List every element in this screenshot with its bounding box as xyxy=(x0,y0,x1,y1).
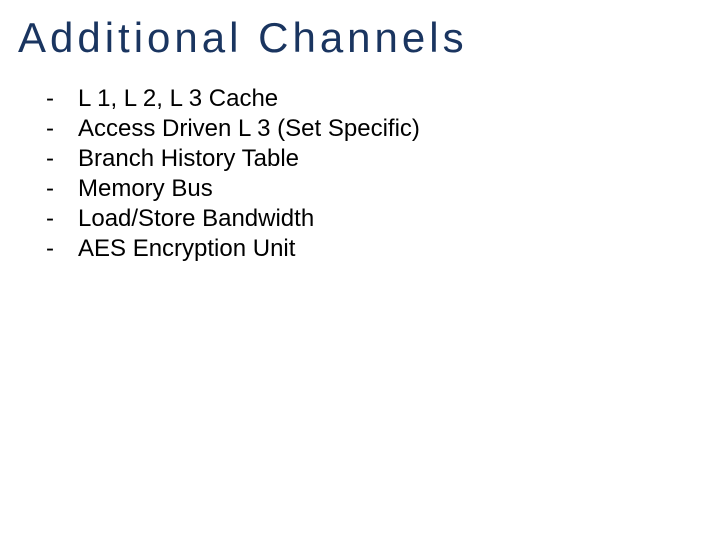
bullet-marker: - xyxy=(46,204,78,234)
bullet-text: AES Encryption Unit xyxy=(78,234,702,264)
bullet-marker: - xyxy=(46,174,78,204)
bullet-text: Load/Store Bandwidth xyxy=(78,204,702,234)
bullet-list: - L 1, L 2, L 3 Cache - Access Driven L … xyxy=(18,84,702,264)
list-item: - AES Encryption Unit xyxy=(46,234,702,264)
bullet-marker: - xyxy=(46,234,78,264)
list-item: - Memory Bus xyxy=(46,174,702,204)
bullet-text: Branch History Table xyxy=(78,144,702,174)
bullet-marker: - xyxy=(46,84,78,114)
slide-title: Additional Channels xyxy=(18,14,702,62)
bullet-text: Access Driven L 3 (Set Specific) xyxy=(78,114,702,144)
list-item: - Load/Store Bandwidth xyxy=(46,204,702,234)
list-item: - Branch History Table xyxy=(46,144,702,174)
list-item: - Access Driven L 3 (Set Specific) xyxy=(46,114,702,144)
bullet-marker: - xyxy=(46,144,78,174)
list-item: - L 1, L 2, L 3 Cache xyxy=(46,84,702,114)
bullet-text: Memory Bus xyxy=(78,174,702,204)
bullet-text: L 1, L 2, L 3 Cache xyxy=(78,84,702,114)
bullet-marker: - xyxy=(46,114,78,144)
